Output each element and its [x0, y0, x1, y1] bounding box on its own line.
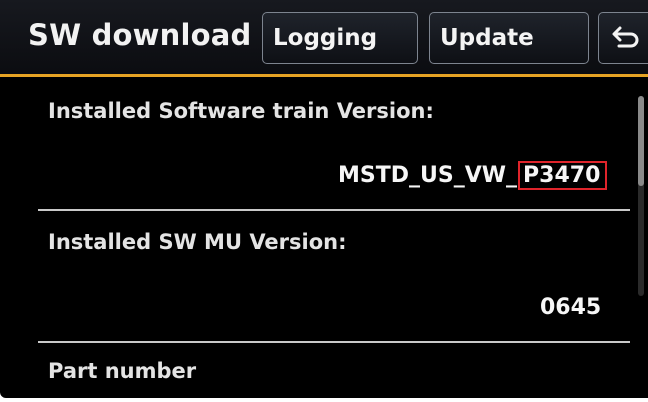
scrollbar-thumb[interactable]	[638, 96, 644, 186]
update-button[interactable]: Update	[429, 12, 589, 64]
header-bar: SW download Logging Update	[0, 0, 648, 76]
software-train-value-highlight: P3470	[518, 161, 608, 190]
sw-mu-value: 0645	[540, 295, 602, 320]
sw-mu-label: Installed SW MU Version:	[48, 230, 347, 254]
scrollbar[interactable]	[638, 96, 644, 296]
divider-1	[38, 209, 630, 211]
logging-button-label: Logging	[273, 25, 378, 51]
page-title: SW download	[28, 18, 252, 52]
software-train-label: Installed Software train Version:	[48, 99, 434, 123]
back-arrow-icon	[612, 26, 639, 48]
info-list: Installed Software train Version: MSTD_U…	[0, 77, 648, 398]
sw-download-screen: SW download Logging Update Installed Sof…	[0, 0, 648, 398]
software-train-value-prefix: MSTD_US_VW_	[338, 163, 518, 188]
logging-button[interactable]: Logging	[262, 12, 418, 64]
divider-2	[38, 341, 630, 343]
part-number-label: Part number	[48, 359, 197, 383]
back-button[interactable]	[598, 12, 648, 64]
software-train-value: MSTD_US_VW_ P3470	[338, 161, 608, 190]
update-button-label: Update	[440, 25, 534, 51]
